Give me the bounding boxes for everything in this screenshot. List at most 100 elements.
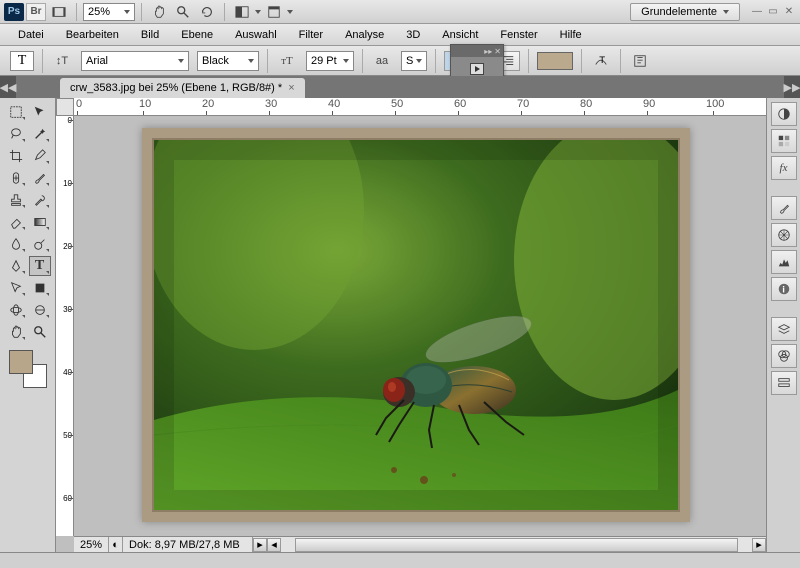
screen-mode-icon[interactable]	[231, 2, 253, 22]
document-tab-title: crw_3583.jpg bei 25% (Ebene 1, RGB/8#) *	[70, 82, 282, 94]
maximize-button[interactable]: ▭	[766, 5, 780, 19]
menu-auswahl[interactable]: Auswahl	[225, 26, 287, 44]
arrange-docs-arrow[interactable]	[287, 10, 293, 14]
font-family-dropdown[interactable]: Arial	[81, 51, 189, 71]
main-area: T 0102030405060708090100110 010203040506…	[0, 98, 800, 552]
menu-bar: Datei Bearbeiten Bild Ebene Auswahl Filt…	[0, 24, 800, 46]
marquee-tool[interactable]	[5, 102, 27, 122]
tool-preset-icon[interactable]: T	[10, 51, 34, 71]
antialias-icon: aa	[371, 51, 393, 71]
crop-tool[interactable]	[5, 146, 27, 166]
3d-rotate-tool[interactable]	[5, 300, 27, 320]
styles-panel-icon[interactable]: fx	[771, 156, 797, 180]
zoom-dropdown[interactable]: 25%	[83, 3, 135, 21]
status-scroll-bar: 25% ◐ Dok: 8,97 MB/27,8 MB ▸ ◂ ▸	[74, 536, 766, 552]
menu-datei[interactable]: Datei	[8, 26, 54, 44]
panel-handle-right[interactable]: ▶▶	[784, 76, 800, 98]
photoshop-logo: Ps	[4, 3, 24, 21]
menu-bild[interactable]: Bild	[131, 26, 169, 44]
ruler-horizontal[interactable]: 0102030405060708090100110	[74, 98, 766, 116]
warp-text-icon[interactable]: T	[590, 51, 612, 71]
status-doc-size[interactable]: Dok: 8,97 MB/27,8 MB	[123, 537, 253, 552]
hand-tool[interactable]	[5, 322, 27, 342]
path-select-tool[interactable]	[5, 278, 27, 298]
svg-text:T: T	[599, 54, 605, 65]
document-tab-close-icon[interactable]: ×	[288, 82, 294, 94]
history-brush-tool[interactable]	[29, 190, 51, 210]
stamp-tool[interactable]	[5, 190, 27, 210]
document-tab[interactable]: crw_3583.jpg bei 25% (Ebene 1, RGB/8#) *…	[60, 78, 305, 98]
lasso-tool[interactable]	[5, 124, 27, 144]
close-button[interactable]: ✕	[782, 5, 796, 19]
horizontal-scrollbar[interactable]	[295, 538, 738, 552]
menu-ebene[interactable]: Ebene	[171, 26, 223, 44]
workspace-dropdown[interactable]: Grundelemente	[630, 3, 740, 21]
canvas-viewport[interactable]	[74, 116, 766, 536]
type-tool[interactable]: T	[29, 256, 51, 276]
text-orientation-icon[interactable]: ↕T	[51, 51, 73, 71]
wand-tool[interactable]	[29, 124, 51, 144]
status-arrow-icon[interactable]: ▸	[253, 538, 267, 552]
window-controls: — ▭ ✕	[750, 5, 796, 19]
window-status-bar	[0, 552, 800, 568]
paths-panel-icon[interactable]	[771, 371, 797, 395]
menu-fenster[interactable]: Fenster	[490, 26, 547, 44]
menu-3d[interactable]: 3D	[396, 26, 430, 44]
3d-orbit-tool[interactable]	[29, 300, 51, 320]
zoom-tool[interactable]	[29, 322, 51, 342]
blur-tool[interactable]	[5, 234, 27, 254]
color-panel-icon[interactable]	[771, 102, 797, 126]
pen-tool[interactable]	[5, 256, 27, 276]
menu-ansicht[interactable]: Ansicht	[432, 26, 488, 44]
minimize-button[interactable]: —	[750, 5, 764, 19]
popup-close-icon[interactable]: ✕	[494, 47, 501, 56]
swatches-panel-icon[interactable]	[771, 129, 797, 153]
popup-collapse-icon[interactable]: ▸▸	[484, 47, 492, 56]
menu-bearbeiten[interactable]: Bearbeiten	[56, 26, 129, 44]
menu-hilfe[interactable]: Hilfe	[550, 26, 592, 44]
scroll-left-button[interactable]: ◂	[267, 538, 281, 552]
ruler-vertical[interactable]: 0102030405060	[56, 116, 74, 536]
document-tab-bar: ◀◀ crw_3583.jpg bei 25% (Ebene 1, RGB/8#…	[0, 76, 800, 98]
menu-filter[interactable]: Filter	[289, 26, 333, 44]
channels-panel-icon[interactable]	[771, 344, 797, 368]
eyedropper-tool[interactable]	[29, 146, 51, 166]
film-icon[interactable]	[48, 2, 70, 22]
text-color-swatch[interactable]	[537, 52, 573, 70]
shape-tool[interactable]	[29, 278, 51, 298]
right-panel-dock: fx i	[766, 98, 800, 552]
hand-tool-icon[interactable]	[148, 2, 170, 22]
scroll-right-button[interactable]: ▸	[752, 538, 766, 552]
histogram-panel-icon[interactable]	[771, 250, 797, 274]
brushes-panel-icon[interactable]	[771, 196, 797, 220]
brush-tool[interactable]	[29, 168, 51, 188]
heal-tool[interactable]	[5, 168, 27, 188]
arrange-docs-icon[interactable]	[263, 2, 285, 22]
layers-panel-icon[interactable]	[771, 317, 797, 341]
screen-mode-arrow[interactable]	[255, 10, 261, 14]
menu-analyse[interactable]: Analyse	[335, 26, 394, 44]
panel-handle-left[interactable]: ◀◀	[0, 76, 16, 98]
color-swatches	[9, 350, 47, 388]
status-drive-icon[interactable]: ◐	[109, 537, 123, 552]
move-tool[interactable]	[29, 102, 51, 122]
foreground-color-swatch[interactable]	[9, 350, 33, 374]
gradient-tool[interactable]	[29, 212, 51, 232]
eraser-tool[interactable]	[5, 212, 27, 232]
document-image[interactable]	[152, 138, 680, 512]
ruler-origin[interactable]	[56, 98, 74, 116]
status-zoom[interactable]: 25%	[74, 537, 109, 552]
info-panel-icon[interactable]: i	[771, 277, 797, 301]
character-panel-icon[interactable]	[629, 51, 651, 71]
font-size-dropdown[interactable]: 29 Pt	[306, 51, 354, 71]
bridge-logo[interactable]: Br	[26, 3, 46, 21]
zoom-tool-icon[interactable]	[172, 2, 194, 22]
canvas-area: 0102030405060708090100110 0102030405060	[56, 98, 766, 552]
antialias-dropdown[interactable]: S	[401, 51, 427, 71]
navigator-panel-icon[interactable]	[771, 223, 797, 247]
font-style-dropdown[interactable]: Black	[197, 51, 259, 71]
dodge-tool[interactable]	[29, 234, 51, 254]
image-frame	[142, 128, 690, 522]
rotate-view-icon[interactable]	[196, 2, 218, 22]
play-icon[interactable]	[470, 63, 484, 75]
